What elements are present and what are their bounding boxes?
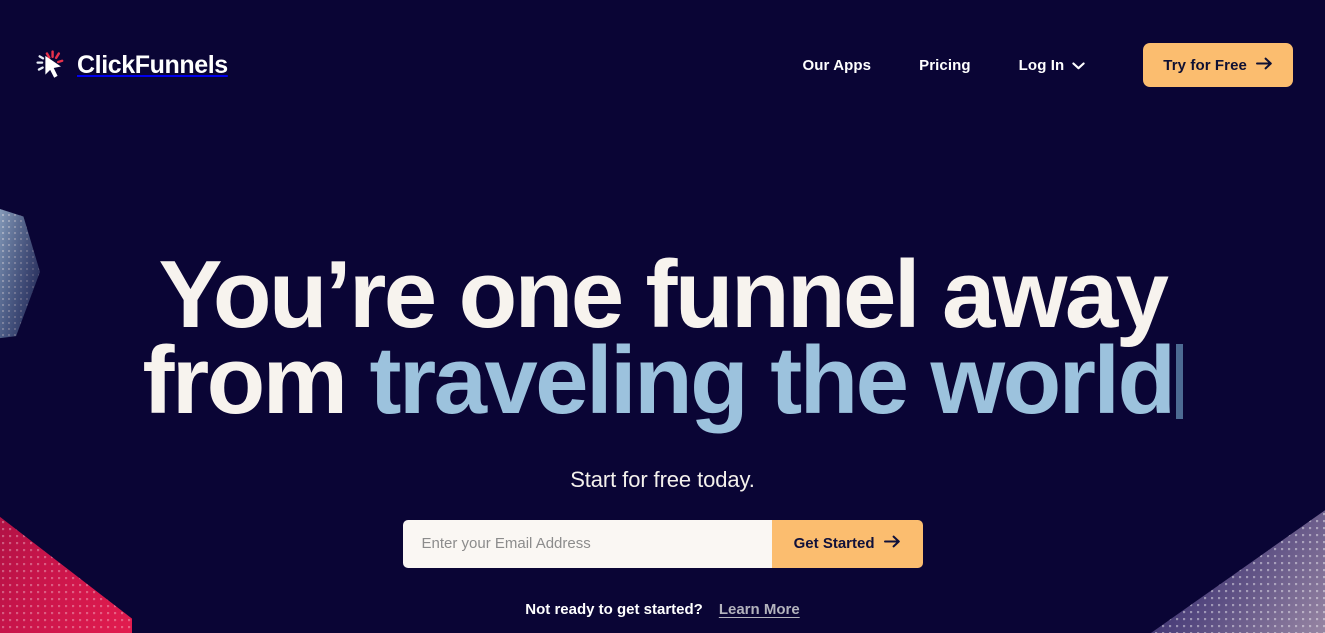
footnote-text: Not ready to get started? bbox=[525, 600, 703, 618]
headline-line-1: You’re one funnel away bbox=[158, 241, 1170, 348]
nav-item-pricing-label: Pricing bbox=[919, 56, 971, 74]
arrow-right-icon bbox=[883, 535, 901, 552]
try-for-free-button[interactable]: Try for Free bbox=[1143, 43, 1293, 87]
arrow-right-icon bbox=[1256, 57, 1273, 74]
nav-item-our-apps-label: Our Apps bbox=[802, 56, 872, 74]
get-started-label: Get Started bbox=[793, 535, 875, 553]
learn-more-link[interactable]: Learn More bbox=[719, 601, 800, 618]
headline-rotating-phrase: traveling the world bbox=[369, 327, 1176, 435]
email-input[interactable] bbox=[402, 519, 772, 568]
headline-line-2: from traveling the world bbox=[142, 333, 1183, 429]
landing-page: ClickFunnels Our Apps Pricing Log In Try… bbox=[0, 0, 1325, 633]
nav-item-log-in-label: Log In bbox=[1018, 56, 1065, 74]
brand-logo-link[interactable]: ClickFunnels bbox=[36, 50, 228, 80]
hero-headline: You’re one funnel away from traveling th… bbox=[142, 241, 1183, 429]
hero-subheadline: Start for free today. bbox=[570, 466, 755, 492]
clickfunnels-cursor-logo-icon bbox=[36, 50, 66, 80]
nav-item-our-apps[interactable]: Our Apps bbox=[779, 57, 896, 74]
nav-item-pricing[interactable]: Pricing bbox=[895, 57, 995, 74]
brand-name: ClickFunnels bbox=[77, 50, 228, 79]
headline-line-2-prefix: from bbox=[142, 327, 370, 435]
try-for-free-label: Try for Free bbox=[1163, 56, 1247, 74]
nav-item-log-in[interactable]: Log In bbox=[995, 57, 1110, 74]
email-signup-form: Get Started bbox=[402, 519, 923, 568]
typing-caret bbox=[1175, 344, 1183, 420]
get-started-button[interactable]: Get Started bbox=[771, 519, 923, 568]
chevron-down-icon bbox=[1072, 57, 1085, 74]
site-header: ClickFunnels Our Apps Pricing Log In Try… bbox=[0, 0, 1325, 130]
hero-footnote: Not ready to get started? Learn More bbox=[525, 601, 799, 618]
main-navigation: Our Apps Pricing Log In Try for Free bbox=[779, 43, 1293, 87]
